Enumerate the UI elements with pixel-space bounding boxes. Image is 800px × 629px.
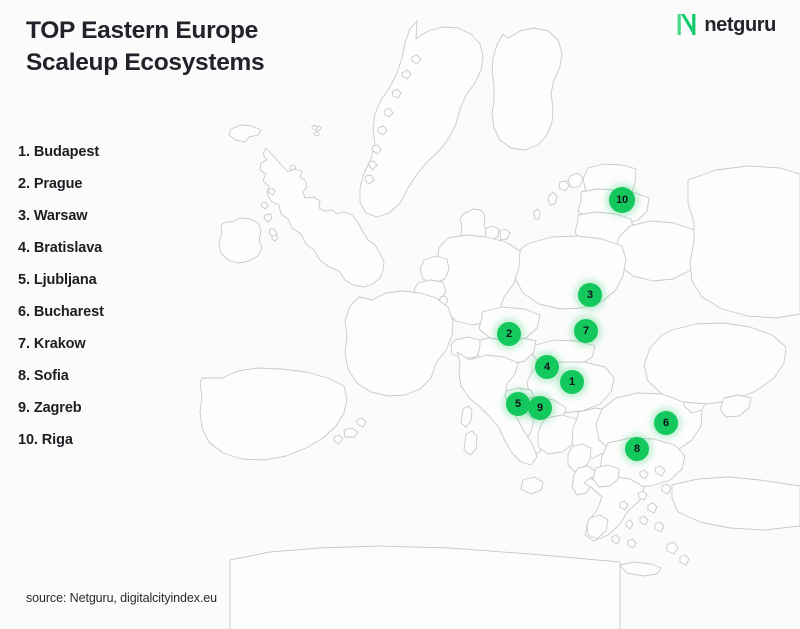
map-marker-ljubljana[interactable]: 5 <box>506 392 530 416</box>
list-item: 10. Riga <box>18 432 73 448</box>
map-marker-bucharest[interactable]: 6 <box>654 411 678 435</box>
list-item: 7. Krakow <box>18 336 86 352</box>
list-item: 9. Zagreb <box>18 400 82 416</box>
map-marker-prague[interactable]: 2 <box>497 322 521 346</box>
list-item: 2. Prague <box>18 176 83 192</box>
map-marker-budapest[interactable]: 1 <box>560 370 584 394</box>
map-marker-zagreb[interactable]: 9 <box>528 396 552 420</box>
netguru-wordmark: netguru <box>704 13 776 36</box>
map-marker-sofia[interactable]: 8 <box>625 437 649 461</box>
map-marker-warsaw[interactable]: 3 <box>578 283 602 307</box>
netguru-logo: netguru <box>676 13 776 36</box>
list-item: 3. Warsaw <box>18 208 88 224</box>
map-marker-bratislava[interactable]: 4 <box>535 355 559 379</box>
list-item: 5. Ljubljana <box>18 272 97 288</box>
page-title: TOP Eastern Europe Scaleup Ecosystems <box>26 17 265 77</box>
list-item: 6. Bucharest <box>18 304 104 320</box>
list-item: 4. Bratislava <box>18 240 103 256</box>
list-item: 1. Budapest <box>18 144 100 160</box>
map-marker-riga[interactable]: 10 <box>609 187 635 213</box>
list-item: 8. Sofia <box>18 368 69 384</box>
city-ranking-list: 1. Budapest 2. Prague 3. Warsaw 4. Brati… <box>18 136 228 456</box>
netguru-n-icon <box>676 13 697 36</box>
source-note: source: Netguru, digitalcityindex.eu <box>26 591 217 605</box>
map-marker-krakow[interactable]: 7 <box>574 319 598 343</box>
